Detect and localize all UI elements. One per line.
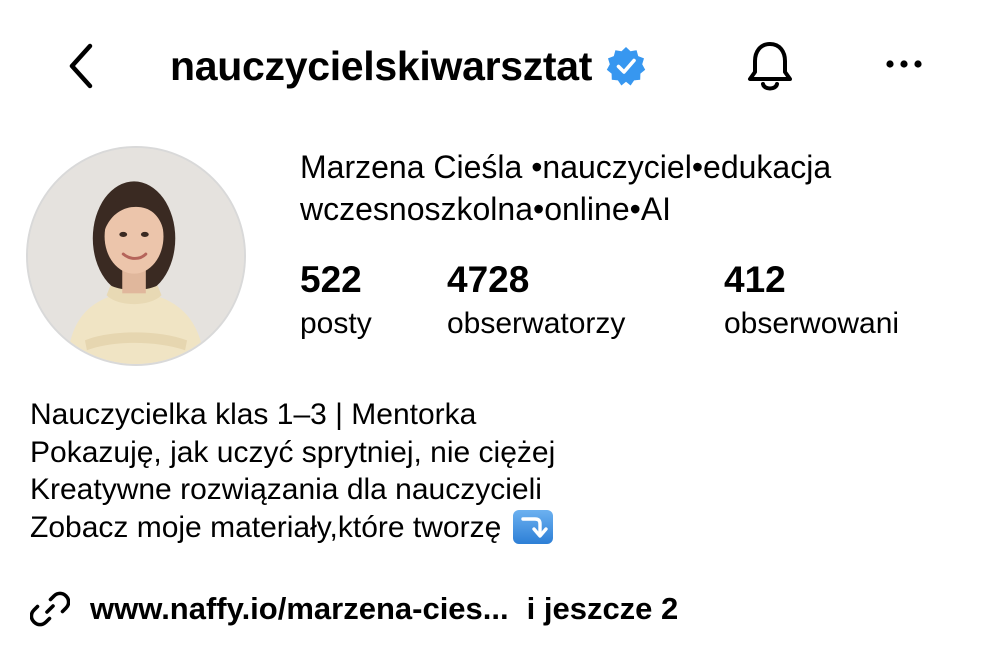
- bell-icon: [748, 42, 792, 91]
- profile-link-row[interactable]: www.naffy.io/marzena-cies... i jeszcze 2: [30, 586, 678, 632]
- followers-count: 4728: [447, 259, 530, 300]
- bio-line: Kreatywne rozwiązania dla nauczycieli: [30, 473, 542, 506]
- username-title: nauczycielskiwarsztat: [170, 40, 646, 92]
- chevron-left-icon: [69, 43, 93, 89]
- verified-badge-icon: [606, 47, 646, 86]
- notifications-button[interactable]: [742, 36, 798, 96]
- bio-line-text: Zobacz moje materiały,które tworzę: [30, 510, 502, 544]
- profile-bio: Nauczycielka klas 1–3 | Mentorka Pokazuj…: [30, 396, 970, 546]
- arrow-down-right-icon: [513, 510, 554, 545]
- bio-line: Pokazuję, jak uczyć sprytniej, nie cięże…: [30, 435, 556, 469]
- bio-line-with-emoji: Zobacz moje materiały,które tworzę: [30, 509, 970, 547]
- posts-label: posty: [300, 307, 372, 340]
- username: nauczycielskiwarsztat: [170, 42, 593, 89]
- posts-count: 522: [300, 259, 362, 300]
- followers-label: obserwatorzy: [447, 307, 626, 340]
- profile-avatar[interactable]: [26, 146, 246, 366]
- back-button[interactable]: [58, 38, 108, 94]
- profile-link-url[interactable]: www.naffy.io/marzena-cies...: [90, 591, 509, 627]
- posts-stat[interactable]: 522 posty: [300, 258, 372, 346]
- profile-header: nauczycielskiwarsztat: [0, 0, 1000, 130]
- following-count: 412: [724, 259, 786, 300]
- following-label: obserwowani: [724, 307, 900, 340]
- more-links-button[interactable]: i jeszcze 2: [527, 591, 679, 627]
- followers-stat[interactable]: 4728 obserwatorzy: [447, 258, 625, 346]
- more-horizontal-icon: [886, 60, 922, 68]
- bio-line: Nauczycielka klas 1–3 | Mentorka: [30, 398, 477, 431]
- profile-full-name: Marzena Cieśla •nauczyciel•edukacja wcze…: [300, 149, 832, 227]
- link-icon: [30, 591, 70, 627]
- following-stat[interactable]: 412 obserwowani: [724, 258, 899, 346]
- more-options-button[interactable]: [880, 42, 930, 82]
- avatar-photo: [28, 148, 244, 364]
